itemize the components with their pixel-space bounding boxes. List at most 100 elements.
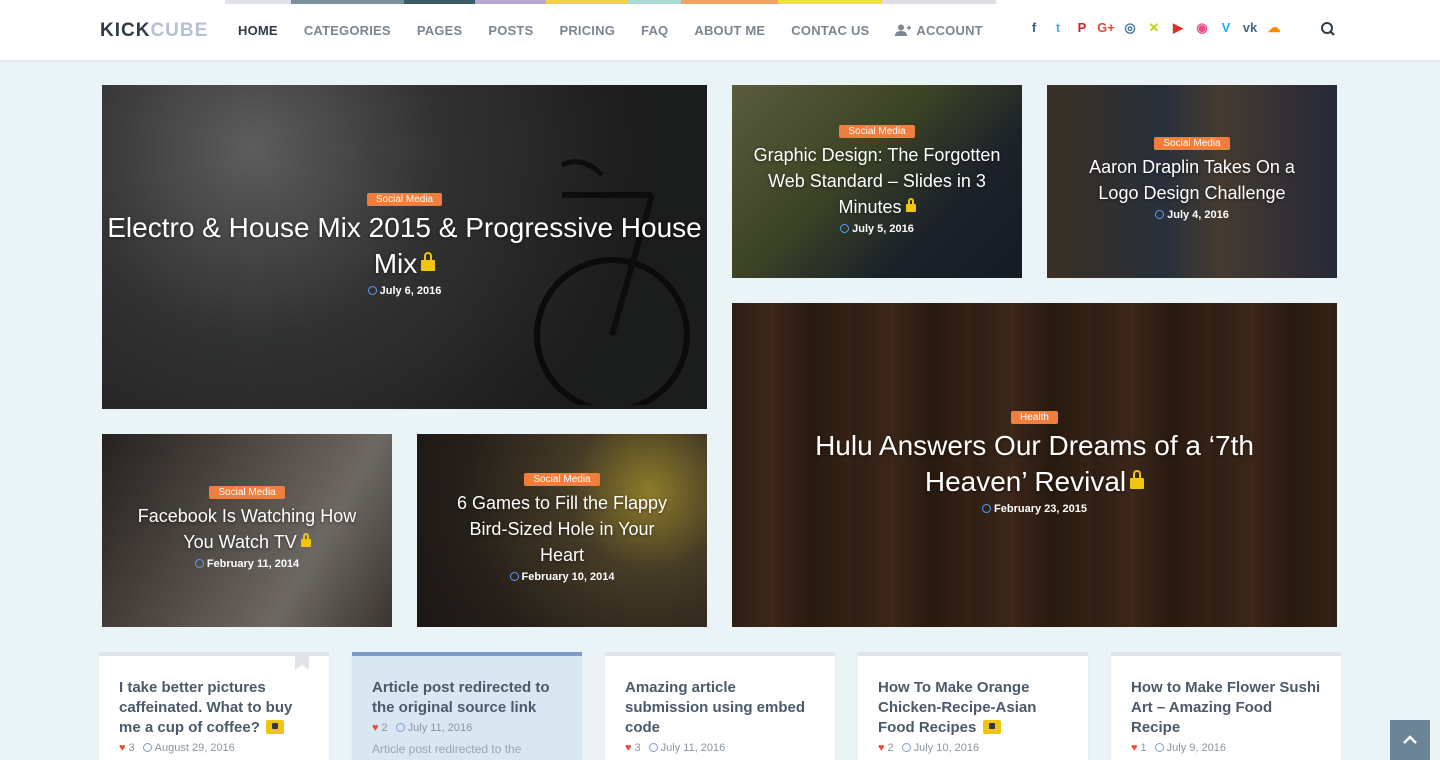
post-card-1[interactable]: I take better pictures caffeinated. What…	[99, 652, 329, 760]
heart-icon[interactable]: ♥	[625, 742, 632, 754]
featured-card-5[interactable]: Social Media 6 Games to Fill the Flappy …	[417, 434, 707, 627]
clock-icon	[982, 504, 992, 513]
card-title[interactable]: Facebook Is Watching How You Watch TV	[122, 503, 372, 555]
google-plus-icon[interactable]: G+	[1094, 20, 1118, 36]
xing-icon[interactable]: ✕	[1142, 20, 1166, 36]
featured-card-4[interactable]: Social Media Facebook Is Watching How Yo…	[102, 434, 392, 627]
post-meta: ♥ 3 August 29, 2016	[119, 742, 309, 754]
post-title[interactable]: Amazing article submission using embed c…	[625, 678, 815, 738]
heart-icon[interactable]: ♥	[1131, 742, 1138, 754]
category-tag[interactable]: Social Media	[524, 473, 600, 486]
post-card-3[interactable]: Amazing article submission using embed c…	[605, 652, 835, 760]
post-meta: ♥ 3 July 11, 2016	[625, 742, 815, 754]
post-date: July 9, 2016	[1166, 742, 1226, 754]
post-title[interactable]: How to Make Flower Sushi Art – Amazing F…	[1131, 678, 1321, 738]
card-date-text: July 5, 2016	[852, 223, 914, 235]
pinterest-icon[interactable]: P	[1070, 20, 1094, 36]
heart-icon[interactable]: ♥	[878, 742, 885, 754]
clock-icon	[1154, 743, 1164, 752]
search-icon[interactable]	[1319, 18, 1339, 40]
category-tag[interactable]: Social Media	[209, 486, 285, 499]
post-date: August 29, 2016	[154, 742, 235, 754]
nav-label: FAQ	[641, 22, 669, 38]
instagram-icon[interactable]: ◎	[1118, 20, 1142, 36]
nav-label: PAGES	[416, 22, 463, 38]
category-tag[interactable]: Health	[1011, 411, 1058, 424]
card-title[interactable]: Graphic Design: The Forgotten Web Standa…	[752, 142, 1002, 220]
logo-part-2: CUBE	[150, 20, 209, 41]
site-logo[interactable]: KICKCUBE	[100, 20, 208, 42]
nav-color-bar	[475, 0, 547, 4]
twitter-icon[interactable]: t	[1046, 20, 1070, 36]
nav-color-bar	[546, 0, 629, 4]
heart-icon[interactable]: ♥	[372, 722, 379, 734]
lock-icon	[905, 198, 916, 213]
back-to-top-button[interactable]	[1390, 720, 1430, 760]
card-info: Social Media Electro & House Mix 2015 & …	[102, 189, 707, 297]
nav-label: POSTS	[488, 22, 534, 38]
heart-icon[interactable]: ♥	[119, 742, 126, 754]
nav-item-posts[interactable]: POSTS	[475, 0, 547, 60]
card-date-text: February 11, 2014	[206, 558, 300, 570]
card-date-text: February 10, 2014	[521, 571, 615, 583]
card-title[interactable]: 6 Games to Fill the Flappy Bird-Sized Ho…	[447, 490, 677, 568]
card-date: July 5, 2016	[752, 223, 1002, 235]
card-title-text: Electro & House Mix 2015 & Progressive H…	[107, 212, 702, 279]
clock-icon	[142, 743, 152, 752]
nav-color-bar	[681, 0, 779, 4]
user-plus-icon	[895, 24, 912, 36]
chevron-up-icon	[1403, 735, 1417, 744]
card-title[interactable]: Hulu Answers Our Dreams of a ‘7th Heaven…	[812, 428, 1257, 500]
nav-item-categories[interactable]: CATEGORIES	[290, 0, 404, 60]
vimeo-icon[interactable]: V	[1214, 20, 1238, 36]
post-date: July 10, 2016	[913, 742, 980, 754]
main-nav: HOME CATEGORIES PAGES POSTS PRICING FAQ …	[225, 0, 996, 60]
bookmark-icon[interactable]	[295, 652, 309, 670]
post-title-text: Amazing article submission using embed c…	[625, 679, 806, 736]
category-tag[interactable]: Social Media	[839, 125, 915, 138]
featured-card-1[interactable]: Social Media Electro & House Mix 2015 & …	[102, 85, 707, 409]
featured-card-2[interactable]: Social Media Graphic Design: The Forgott…	[732, 85, 1022, 278]
vk-icon[interactable]: vk	[1238, 20, 1262, 36]
post-title[interactable]: I take better pictures caffeinated. What…	[119, 678, 309, 738]
post-card-4[interactable]: How To Make Orange Chicken-Recipe-Asian …	[858, 652, 1088, 760]
post-meta: ♥ 2 July 10, 2016	[878, 742, 1068, 754]
featured-card-3[interactable]: Social Media Aaron Draplin Takes On a Lo…	[1047, 85, 1337, 278]
youtube-icon[interactable]: ▶	[1166, 20, 1190, 36]
post-card-5[interactable]: How to Make Flower Sushi Art – Amazing F…	[1111, 652, 1341, 760]
like-count: 2	[381, 722, 388, 734]
nav-color-bar	[882, 0, 996, 4]
nav-item-pricing[interactable]: PRICING	[546, 0, 629, 60]
clock-icon	[395, 723, 405, 732]
clock-icon	[509, 572, 519, 581]
post-excerpt: Article post redirected to the	[372, 742, 522, 756]
soundcloud-icon[interactable]: ☁	[1262, 20, 1286, 36]
card-title-text: Hulu Answers Our Dreams of a ‘7th Heaven…	[815, 430, 1254, 497]
card-date: July 4, 2016	[1067, 209, 1317, 221]
nav-item-pages[interactable]: PAGES	[403, 0, 476, 60]
featured-card-6[interactable]: Health Hulu Answers Our Dreams of a ‘7th…	[732, 303, 1337, 627]
nav-label: CATEGORIES	[303, 22, 391, 38]
like-count: 1	[1140, 742, 1147, 754]
card-title[interactable]: Aaron Draplin Takes On a Logo Design Cha…	[1067, 154, 1317, 206]
card-date: July 6, 2016	[102, 285, 707, 297]
lock-icon	[982, 720, 1001, 734]
post-title[interactable]: Article post redirected to the original …	[372, 678, 562, 718]
card-title-text: Graphic Design: The Forgotten Web Standa…	[753, 145, 1001, 217]
nav-item-account[interactable]: ACCOUNT	[882, 0, 996, 60]
dribbble-icon[interactable]: ◉	[1190, 20, 1214, 36]
lock-icon	[266, 720, 285, 734]
category-tag[interactable]: Social Media	[366, 193, 443, 206]
category-tag[interactable]: Social Media	[1154, 137, 1230, 150]
card-title[interactable]: Electro & House Mix 2015 & Progressive H…	[102, 210, 707, 282]
post-card-2[interactable]: Article post redirected to the original …	[352, 652, 582, 760]
nav-item-about-me[interactable]: ABOUT ME	[681, 0, 779, 60]
nav-item-home[interactable]: HOME	[225, 0, 291, 60]
nav-item-faq[interactable]: FAQ	[628, 0, 682, 60]
card-date-text: July 4, 2016	[1167, 209, 1229, 221]
facebook-icon[interactable]: f	[1022, 20, 1046, 36]
card-date-text: February 23, 2015	[994, 503, 1087, 515]
nav-item-contact-us[interactable]: CONTAC US	[778, 0, 883, 60]
post-title[interactable]: How To Make Orange Chicken-Recipe-Asian …	[878, 678, 1068, 738]
logo-part-1: KICK	[100, 20, 151, 41]
